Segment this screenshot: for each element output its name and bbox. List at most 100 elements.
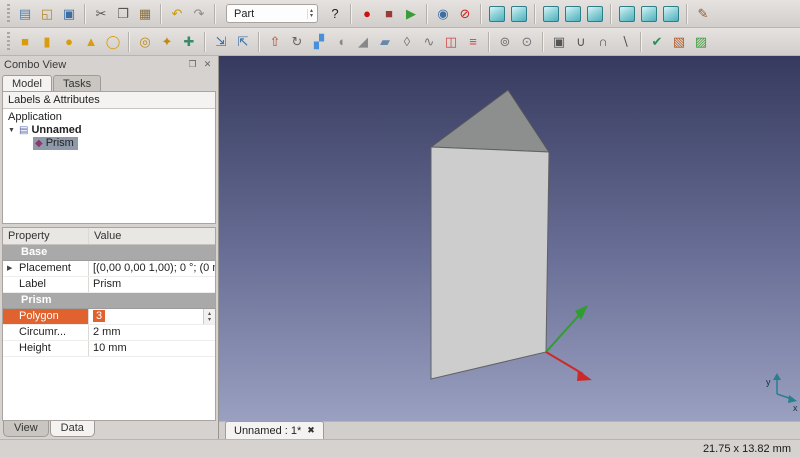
tree-item-selection: ◆ Prism [33, 137, 78, 150]
close-panel-icon[interactable]: ✕ [201, 58, 214, 71]
property-row-circumr[interactable]: Circumr...2 mm [3, 325, 215, 341]
draw-style-icon[interactable]: ⊘ [455, 4, 475, 24]
document-tab-label: Unnamed : 1* [234, 425, 301, 437]
3d-scene[interactable]: y x [219, 56, 800, 421]
extrude-icon[interactable]: ⇧ [265, 32, 285, 52]
migrate-sketch-icon[interactable]: ▨ [691, 32, 711, 52]
toolbar-grip[interactable] [7, 4, 10, 24]
property-row-polygon[interactable]: Polygon3▴▾ [3, 309, 215, 325]
macro-stop-icon[interactable]: ■ [379, 4, 399, 24]
prism-icon: ◆ [35, 137, 43, 150]
tree-root-label: Application [8, 111, 62, 124]
boolean-union-icon[interactable]: ∪ [571, 32, 591, 52]
view-top-icon[interactable] [543, 6, 559, 22]
property-group-base[interactable]: Base [3, 245, 215, 261]
macro-execute-icon[interactable]: ▶ [401, 4, 421, 24]
offset-3d-icon[interactable]: ⊚ [495, 32, 515, 52]
toolbar-grip[interactable] [7, 32, 10, 52]
import-cad-icon[interactable]: ⇲ [211, 32, 231, 52]
export-cad-icon[interactable]: ⇱ [233, 32, 253, 52]
compound-icon[interactable]: ▣ [549, 32, 569, 52]
cross-sections-icon[interactable]: ≡ [463, 32, 483, 52]
copy-icon[interactable]: ❐ [113, 4, 133, 24]
value-spinner[interactable]: ▴▾ [203, 309, 215, 324]
toolbar-separator [480, 4, 482, 24]
sweep-icon[interactable]: ∿ [419, 32, 439, 52]
tab-data[interactable]: Data [50, 421, 95, 437]
torus-icon[interactable]: ◯ [103, 32, 123, 52]
view-bottom-icon[interactable] [619, 6, 635, 22]
expander-icon[interactable]: ▶ [7, 261, 12, 276]
property-row-height[interactable]: Height10 mm [3, 341, 215, 357]
tree-item-prism[interactable]: ◆ Prism [3, 137, 215, 150]
boolean-common-icon[interactable]: ∩ [593, 32, 613, 52]
thickness-icon[interactable]: ⊙ [517, 32, 537, 52]
workbench-selector[interactable]: Part▴▾ [226, 4, 318, 23]
property-group-prism[interactable]: Prism [3, 293, 215, 309]
defeaturing-icon[interactable]: ▧ [669, 32, 689, 52]
section-icon[interactable]: ◫ [441, 32, 461, 52]
box-icon[interactable]: ■ [15, 32, 35, 52]
property-value[interactable]: 10 mm [89, 341, 215, 356]
column-header-value[interactable]: Value [89, 228, 215, 244]
shape-builder-icon[interactable]: ✚ [179, 32, 199, 52]
view-right-icon[interactable] [565, 6, 581, 22]
toolbar-separator [160, 4, 162, 24]
property-name: Polygon [3, 309, 89, 324]
close-document-icon[interactable]: ✖ [307, 425, 315, 436]
float-panel-icon[interactable]: ❐ [186, 58, 199, 71]
view-axonometric-icon[interactable] [663, 6, 679, 22]
cut-icon[interactable]: ✂ [91, 4, 111, 24]
property-name: Height [3, 341, 89, 356]
tab-model[interactable]: Model [2, 75, 52, 91]
property-editor: Property Value Base▶Placement[(0,00 0,00… [2, 227, 216, 421]
view-front-icon[interactable] [511, 6, 527, 22]
view-isometric-icon[interactable] [489, 6, 505, 22]
property-value[interactable]: 2 mm [89, 325, 215, 340]
dropdown-arrows-icon[interactable]: ▴▾ [307, 9, 315, 19]
measure-distance-icon[interactable]: ✎ [693, 4, 713, 24]
property-value[interactable]: [(0,00 0,00 1,00); 0 °; (0 mm 0 m... [89, 261, 215, 276]
tree-root-application[interactable]: Application [3, 111, 215, 124]
save-document-icon[interactable]: ▣ [59, 4, 79, 24]
3d-viewport[interactable]: y x [219, 56, 800, 421]
paste-icon[interactable]: ▦ [135, 4, 155, 24]
open-document-icon[interactable]: ◱ [37, 4, 57, 24]
tree-column-header[interactable]: Labels & Attributes [3, 92, 215, 109]
view-left-icon[interactable] [641, 6, 657, 22]
tab-tasks[interactable]: Tasks [53, 75, 101, 91]
new-document-icon[interactable]: ▤ [15, 4, 35, 24]
undo-icon[interactable]: ↶ [167, 4, 187, 24]
create-primitives-icon[interactable]: ✦ [157, 32, 177, 52]
column-header-property[interactable]: Property [3, 228, 89, 244]
y-axis-arrow [546, 313, 581, 352]
loft-icon[interactable]: ◊ [397, 32, 417, 52]
property-value[interactable]: Prism [89, 277, 215, 292]
property-value[interactable]: 3▴▾ [89, 309, 215, 324]
check-geometry-icon[interactable]: ✔ [647, 32, 667, 52]
tab-view[interactable]: View [3, 421, 49, 437]
fillet-icon[interactable]: ◖ [331, 32, 351, 52]
redo-icon[interactable]: ↷ [189, 4, 209, 24]
view-rear-icon[interactable] [587, 6, 603, 22]
macro-record-icon[interactable]: ● [357, 4, 377, 24]
make-face-icon[interactable]: ▰ [375, 32, 395, 52]
sphere-icon[interactable]: ● [59, 32, 79, 52]
tube-icon[interactable]: ◎ [135, 32, 155, 52]
property-row-label[interactable]: LabelPrism [3, 277, 215, 293]
cylinder-icon[interactable]: ▮ [37, 32, 57, 52]
mirror-icon[interactable]: ▞ [309, 32, 329, 52]
prism-front-face[interactable] [431, 147, 549, 379]
fit-all-icon[interactable]: ◉ [433, 4, 453, 24]
revolve-icon[interactable]: ↻ [287, 32, 307, 52]
whats-this-icon[interactable]: ? [325, 4, 345, 24]
property-row-placement[interactable]: ▶Placement[(0,00 0,00 1,00); 0 °; (0 mm … [3, 261, 215, 277]
document-tab[interactable]: Unnamed : 1* ✖ [225, 421, 324, 439]
tree-document-unnamed[interactable]: ▼ ▤ Unnamed [3, 124, 215, 137]
prism-top-face[interactable] [431, 90, 549, 152]
boolean-cut-icon[interactable]: ∖ [615, 32, 635, 52]
chamfer-icon[interactable]: ◢ [353, 32, 373, 52]
expander-icon[interactable]: ▼ [8, 124, 18, 137]
cone-icon[interactable]: ▲ [81, 32, 101, 52]
model-tree[interactable]: Application ▼ ▤ Unnamed ◆ Prism [3, 109, 215, 223]
